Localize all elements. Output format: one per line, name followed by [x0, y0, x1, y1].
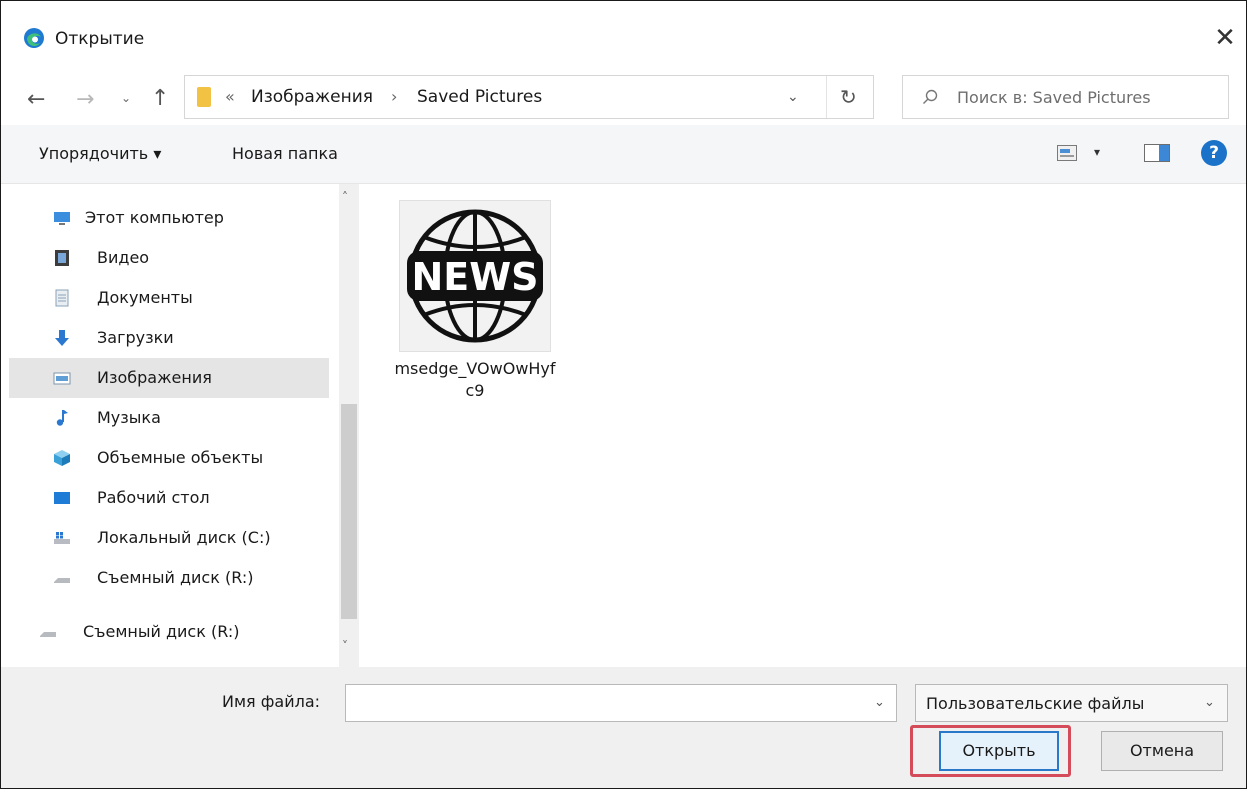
filetype-dropdown-icon[interactable]: ⌄ [1204, 695, 1215, 710]
filetype-select[interactable]: Пользовательские файлы ⌄ [915, 684, 1228, 722]
new-folder-button[interactable]: Новая папка [232, 144, 338, 163]
news-globe-icon: NEWS [407, 209, 543, 343]
music-icon [56, 410, 68, 426]
sidebar-item-removable-disk[interactable]: Съемный диск (R:) [9, 558, 329, 598]
open-button[interactable]: Открыть [939, 731, 1059, 771]
3d-objects-icon [54, 450, 70, 466]
local-disk-icon [54, 532, 70, 544]
sidebar-item-label: Музыка [97, 408, 161, 427]
address-divider [826, 76, 827, 118]
address-dropdown-icon[interactable]: ⌄ [787, 89, 799, 105]
filename-label: Имя файла: [222, 692, 321, 711]
breadcrumb-item-pictures[interactable]: Изображения [251, 87, 373, 107]
file-item[interactable]: NEWS msedge_VOwOwHyfc9 [391, 198, 561, 428]
breadcrumb-overflow-icon[interactable]: « [225, 87, 235, 106]
sidebar-item-label: Видео [97, 248, 150, 267]
edge-icon [24, 28, 44, 48]
scrollbar-thumb[interactable] [341, 404, 357, 619]
sidebar-item-downloads[interactable]: Загрузки [9, 318, 329, 358]
filename-dropdown-icon[interactable]: ⌄ [874, 695, 885, 710]
removable-disk-icon [40, 632, 56, 637]
breadcrumb-separator-icon[interactable]: › [391, 87, 397, 106]
filename-input[interactable]: ⌄ [345, 684, 897, 722]
dialog-footer: Имя файла: ⌄ Пользовательские файлы ⌄ От… [1, 667, 1246, 788]
computer-icon [54, 212, 70, 225]
organize-button[interactable]: Упорядочить ▾ [39, 144, 161, 163]
close-icon[interactable]: ✕ [1208, 21, 1242, 55]
scroll-down-icon[interactable]: ˅ [342, 639, 348, 653]
sidebar-item-video[interactable]: Видео [9, 238, 329, 278]
sidebar-item-documents[interactable]: Документы [9, 278, 329, 318]
sidebar-item-pictures[interactable]: Изображения [9, 358, 329, 398]
downloads-icon [55, 330, 69, 346]
news-thumb-label: NEWS [411, 255, 538, 299]
title-bar: Открытие ✕ [1, 1, 1246, 71]
sidebar-item-desktop[interactable]: Рабочий стол [9, 478, 329, 518]
scroll-up-icon[interactable]: ˄ [342, 190, 348, 204]
sidebar-item-label: Локальный диск (C:) [97, 528, 271, 547]
sidebar-scrollbar[interactable]: ˄ ˅ [339, 184, 359, 667]
sidebar-item-music[interactable]: Музыка [9, 398, 329, 438]
sidebar-item-label: Съемный диск (R:) [83, 622, 240, 641]
help-icon[interactable]: ? [1201, 140, 1227, 166]
search-icon [923, 89, 938, 104]
removable-disk-icon [54, 578, 70, 583]
forward-arrow-icon[interactable]: → [76, 87, 94, 112]
window-title: Открытие [55, 29, 145, 49]
breadcrumb-item-saved-pictures[interactable]: Saved Pictures [417, 87, 542, 107]
view-mode-icon[interactable] [1057, 145, 1077, 161]
recent-locations-chevron-icon[interactable]: ⌄ [121, 91, 131, 105]
folder-icon [197, 87, 211, 107]
open-file-dialog: Открытие ✕ ← → ⌄ ↑ « Изображения › Saved… [0, 0, 1247, 789]
search-placeholder: Поиск в: Saved Pictures [957, 88, 1151, 107]
navigation-bar: ← → ⌄ ↑ « Изображения › Saved Pictures ⌄… [1, 71, 1246, 125]
command-toolbar: Упорядочить ▾ Новая папка ▾ ? [1, 125, 1246, 184]
navigation-pane: Этот компьютер Видео Документы Загрузки … [9, 184, 359, 667]
sidebar-item-local-disk[interactable]: Локальный диск (C:) [9, 518, 329, 558]
view-options-chevron-icon[interactable]: ▾ [1094, 145, 1100, 159]
sidebar-item-label: Рабочий стол [97, 488, 210, 507]
desktop-icon [54, 492, 70, 504]
address-bar[interactable]: « Изображения › Saved Pictures ⌄ ↻ [184, 75, 874, 119]
documents-icon [55, 289, 69, 307]
sidebar-item-3d-objects[interactable]: Объемные объекты [9, 438, 329, 478]
video-icon [55, 250, 69, 266]
up-arrow-icon[interactable]: ↑ [151, 86, 169, 111]
sidebar-item-label: Этот компьютер [85, 208, 224, 227]
sidebar-item-label: Изображения [97, 368, 212, 387]
sidebar-item-this-pc[interactable]: Этот компьютер [9, 198, 329, 238]
back-arrow-icon[interactable]: ← [27, 87, 45, 112]
file-list-pane: NEWS msedge_VOwOwHyfc9 [359, 184, 1246, 667]
sidebar-item-label: Документы [97, 288, 193, 307]
sidebar-item-label: Объемные объекты [97, 448, 264, 467]
sidebar-item-label: Загрузки [97, 328, 174, 347]
file-name-label: msedge_VOwOwHyfc9 [394, 359, 556, 400]
refresh-icon[interactable]: ↻ [840, 85, 857, 109]
cancel-button[interactable]: Отмена [1101, 731, 1223, 771]
sidebar-item-removable-disk-root[interactable]: Съемный диск (R:) [9, 612, 329, 652]
sidebar-item-label: Съемный диск (R:) [97, 568, 254, 587]
file-thumbnail: NEWS [400, 201, 550, 351]
pictures-icon [53, 372, 71, 385]
filetype-value: Пользовательские файлы [926, 694, 1145, 713]
search-input[interactable]: Поиск в: Saved Pictures [902, 75, 1229, 119]
preview-pane-icon[interactable] [1144, 144, 1170, 162]
